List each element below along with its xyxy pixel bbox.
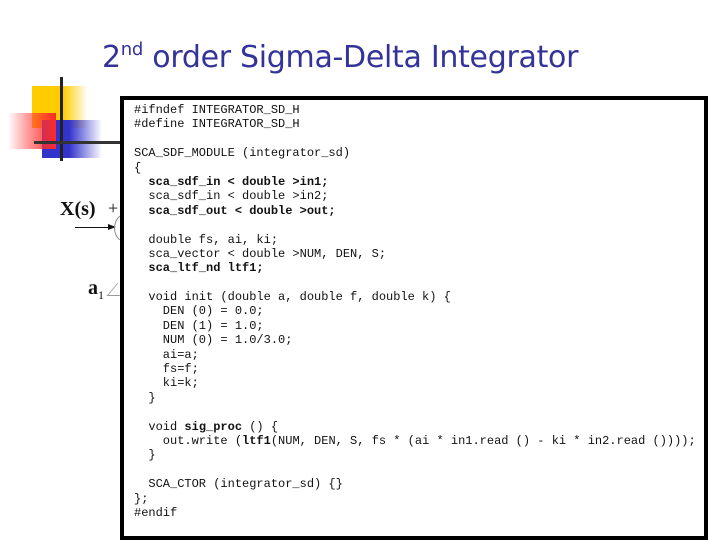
code-token: ai=a; — [134, 347, 199, 362]
code-line: ai=a; — [134, 348, 696, 362]
decor-vertical-line — [60, 77, 63, 161]
code-line: { — [134, 161, 696, 175]
code-token: sca_vector < double >NUM, DEN, S; — [134, 246, 387, 261]
slide-title: 2nd order Sigma-Delta Integrator — [102, 40, 578, 75]
diagram-gain-label: a1 — [88, 277, 104, 303]
code-token: { — [134, 160, 142, 175]
code-token-bold: sca_sdf_in < double >in1; — [148, 174, 329, 189]
code-token: double fs, ai, ki; — [134, 232, 279, 247]
code-line: #endif — [134, 506, 696, 520]
decor-horizontal-line — [34, 141, 124, 144]
title-prefix: 2 — [102, 40, 121, 75]
code-token-bold: sca_sdf_out < double >out; — [148, 203, 336, 218]
code-line: ki=k; — [134, 376, 696, 390]
code-token: SCA_SDF_MODULE (integrator_sd) — [134, 146, 351, 161]
code-token-bold: sca_ltf_nd ltf1; — [148, 261, 264, 276]
code-token: out.write ( — [134, 433, 243, 448]
code-token: fs=f; — [134, 362, 199, 377]
code-token-bold: sig_proc — [184, 419, 243, 434]
code-line: void init (double a, double f, double k)… — [134, 290, 696, 304]
code-line: sca_sdf_in < double >in1; — [134, 175, 696, 189]
title-superscript: nd — [120, 39, 144, 60]
code-token: #endif — [134, 505, 178, 520]
code-token: DEN (0) = 0.0; — [134, 304, 264, 319]
code-token: sca_sdf_in < double >in2; — [134, 189, 329, 204]
gain-label-subscript: 1 — [98, 288, 104, 302]
code-token: () { — [242, 419, 279, 434]
code-line: double fs, ai, ki; — [134, 233, 696, 247]
code-token: }; — [134, 491, 149, 506]
code-token: void — [134, 419, 185, 434]
code-line: #define INTEGRATOR_SD_H — [134, 117, 696, 131]
code-token: (NUM, DEN, S, fs * (ai * in1.read () - k… — [270, 433, 696, 448]
code-line: #ifndef INTEGRATOR_SD_H — [134, 103, 696, 117]
code-token: ki=k; — [134, 376, 199, 391]
code-line: } — [134, 448, 696, 462]
code-line: SCA_CTOR (integrator_sd) {} — [134, 477, 696, 491]
code-line: sca_ltf_nd ltf1; — [134, 261, 696, 275]
code-listing-box: #ifndef INTEGRATOR_SD_H #define INTEGRATO… — [120, 96, 708, 540]
code-line: fs=f; — [134, 362, 696, 376]
code-token: #define INTEGRATOR_SD_H — [134, 117, 300, 132]
code-line: SCA_SDF_MODULE (integrator_sd) — [134, 146, 696, 160]
code-line: sca_vector < double >NUM, DEN, S; — [134, 247, 696, 261]
code-line: }; — [134, 492, 696, 506]
code-token: } — [134, 448, 156, 463]
code-token: SCA_CTOR (integrator_sd) {} — [134, 477, 343, 492]
code-line: DEN (1) = 1.0; — [134, 319, 696, 333]
title-rest: order Sigma-Delta Integrator — [143, 40, 579, 75]
gain-label-text: a — [88, 277, 98, 299]
code-token-bold: ltf1 — [242, 433, 271, 448]
code-line: void sig_proc () { — [134, 420, 696, 434]
code-line: sca_sdf_in < double >in2; — [134, 189, 696, 203]
code-line: NUM (0) = 1.0/3.0; — [134, 333, 696, 347]
code-token: void init (double a, double f, double k)… — [134, 290, 451, 305]
code-line: DEN (0) = 0.0; — [134, 304, 696, 318]
code-line: sca_sdf_out < double >out; — [134, 204, 696, 218]
code-line: } — [134, 391, 696, 405]
code-token: } — [134, 390, 156, 405]
code-token: NUM (0) = 1.0/3.0; — [134, 333, 293, 348]
code-listing: #ifndef INTEGRATOR_SD_H #define INTEGRATO… — [134, 103, 696, 520]
diagram-input-label: X(s) — [60, 198, 96, 220]
diagram-plus-sign: + — [108, 198, 119, 218]
code-token: #ifndef INTEGRATOR_SD_H — [134, 103, 300, 117]
code-token: DEN (1) = 1.0; — [134, 318, 264, 333]
code-line: out.write (ltf1(NUM, DEN, S, fs * (ai * … — [134, 434, 696, 448]
